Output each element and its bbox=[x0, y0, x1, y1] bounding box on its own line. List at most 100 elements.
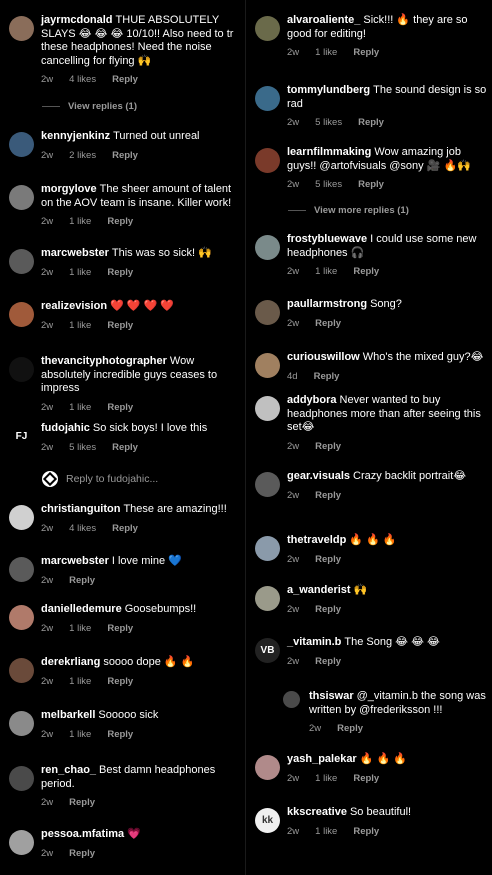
reply-button[interactable]: Reply bbox=[107, 676, 133, 687]
avatar[interactable]: FJ bbox=[9, 424, 34, 449]
avatar[interactable]: kk bbox=[255, 808, 280, 833]
comment-username[interactable]: tommylundberg bbox=[287, 84, 370, 96]
reply-button[interactable]: Reply bbox=[112, 523, 138, 534]
comment-username[interactable]: danielledemure bbox=[41, 603, 122, 615]
reply-button[interactable]: Reply bbox=[69, 848, 95, 859]
avatar[interactable] bbox=[283, 691, 300, 708]
avatar[interactable] bbox=[255, 148, 280, 173]
avatar[interactable] bbox=[9, 357, 34, 382]
comment-username[interactable]: jayrmcdonald bbox=[41, 14, 113, 26]
comment-likes[interactable]: 1 like bbox=[315, 266, 337, 277]
reply-button[interactable]: Reply bbox=[353, 47, 379, 58]
avatar[interactable] bbox=[9, 658, 34, 683]
avatar[interactable] bbox=[255, 755, 280, 780]
comment-likes[interactable]: 1 like bbox=[69, 320, 91, 331]
comment-username[interactable]: kkscreative bbox=[287, 806, 347, 818]
reply-button[interactable]: Reply bbox=[69, 797, 95, 808]
comment-likes[interactable]: 4 likes bbox=[69, 523, 96, 534]
reply-button[interactable]: Reply bbox=[358, 117, 384, 128]
reply-button[interactable]: Reply bbox=[107, 623, 133, 634]
avatar[interactable] bbox=[9, 605, 34, 630]
comment-likes[interactable]: 1 like bbox=[69, 623, 91, 634]
avatar[interactable] bbox=[9, 185, 34, 210]
avatar[interactable] bbox=[255, 396, 280, 421]
reply-button[interactable]: Reply bbox=[112, 442, 138, 453]
reply-button[interactable]: Reply bbox=[107, 320, 133, 331]
reply-button[interactable]: Reply bbox=[315, 604, 341, 615]
comment-username[interactable]: marcwebster bbox=[41, 555, 109, 567]
comment-username[interactable]: thevancityphotographer bbox=[41, 355, 167, 367]
avatar[interactable] bbox=[9, 505, 34, 530]
comment-likes[interactable]: 1 like bbox=[69, 402, 91, 413]
avatar[interactable] bbox=[255, 86, 280, 111]
comment-likes[interactable]: 5 likes bbox=[315, 179, 342, 190]
comment-username[interactable]: realizevision bbox=[41, 300, 107, 312]
reply-button[interactable]: Reply bbox=[107, 267, 133, 278]
reply-button[interactable]: Reply bbox=[358, 179, 384, 190]
comment-username[interactable]: thetraveldp bbox=[287, 534, 346, 546]
comment-username[interactable]: curiouswillow bbox=[287, 351, 360, 363]
comment-username[interactable]: addybora bbox=[287, 394, 337, 406]
avatar[interactable] bbox=[9, 132, 34, 157]
avatar[interactable] bbox=[9, 830, 34, 855]
comment-likes[interactable]: 1 like bbox=[69, 676, 91, 687]
comment-username[interactable]: thsiswar bbox=[309, 690, 354, 702]
reply-button[interactable]: Reply bbox=[315, 490, 341, 501]
comment-username[interactable]: morgylove bbox=[41, 183, 97, 195]
avatar[interactable] bbox=[255, 536, 280, 561]
avatar[interactable] bbox=[9, 16, 34, 41]
avatar[interactable] bbox=[9, 249, 34, 274]
comment-username[interactable]: alvaroaliente_ bbox=[287, 14, 360, 26]
comment-username[interactable]: learnfilmmaking bbox=[287, 146, 371, 158]
comment-username[interactable]: fudojahic bbox=[41, 422, 90, 434]
reply-button[interactable]: Reply bbox=[107, 729, 133, 740]
comment-username[interactable]: christianguiton bbox=[41, 503, 120, 515]
comment-username[interactable]: gear.visuals bbox=[287, 470, 350, 482]
comment-likes[interactable]: 4 likes bbox=[69, 74, 96, 85]
comment-likes[interactable]: 1 like bbox=[69, 216, 91, 227]
comment-username[interactable]: pessoa.mfatima bbox=[41, 828, 124, 840]
avatar[interactable] bbox=[9, 557, 34, 582]
comment-username[interactable]: paullarmstrong bbox=[287, 298, 367, 310]
avatar[interactable] bbox=[9, 711, 34, 736]
reply-button[interactable]: Reply bbox=[112, 74, 138, 85]
avatar[interactable] bbox=[255, 300, 280, 325]
comment-likes[interactable]: 1 like bbox=[69, 267, 91, 278]
reply-button[interactable]: Reply bbox=[112, 150, 138, 161]
comment-username[interactable]: marcwebster bbox=[41, 247, 109, 259]
reply-button[interactable]: Reply bbox=[107, 402, 133, 413]
reply-button[interactable]: Reply bbox=[69, 575, 95, 586]
comment-username[interactable]: kennyjenkinz bbox=[41, 130, 110, 142]
comment-likes[interactable]: 1 like bbox=[315, 773, 337, 784]
comment-username[interactable]: melbarkell bbox=[41, 709, 95, 721]
comment-likes[interactable]: 1 like bbox=[69, 729, 91, 740]
reply-button[interactable]: Reply bbox=[353, 773, 379, 784]
avatar[interactable] bbox=[9, 766, 34, 791]
comment-likes[interactable]: 2 likes bbox=[69, 150, 96, 161]
comment-likes[interactable]: 1 like bbox=[315, 826, 337, 837]
view-more-replies-button[interactable]: View more replies (1) bbox=[288, 205, 409, 216]
comment-username[interactable]: yash_palekar bbox=[287, 753, 357, 765]
comment-username[interactable]: ren_chao_ bbox=[41, 764, 96, 776]
reply-button[interactable]: Reply bbox=[314, 371, 340, 382]
avatar[interactable]: VB bbox=[255, 638, 280, 663]
reply-button[interactable]: Reply bbox=[315, 441, 341, 452]
avatar[interactable] bbox=[255, 235, 280, 260]
avatar[interactable] bbox=[255, 353, 280, 378]
avatar[interactable] bbox=[9, 302, 34, 327]
reply-button[interactable]: Reply bbox=[315, 318, 341, 329]
comment-username[interactable]: derekrliang bbox=[41, 656, 100, 668]
comment-likes[interactable]: 1 like bbox=[315, 47, 337, 58]
comment-username[interactable]: _vitamin.b bbox=[287, 636, 341, 648]
avatar[interactable] bbox=[255, 472, 280, 497]
reply-button[interactable]: Reply bbox=[337, 723, 363, 734]
reply-input[interactable]: Reply to fudojahic... bbox=[42, 471, 158, 487]
avatar[interactable] bbox=[255, 16, 280, 41]
reply-button[interactable]: Reply bbox=[315, 554, 341, 565]
avatar[interactable] bbox=[255, 586, 280, 611]
comment-username[interactable]: a_wanderist bbox=[287, 584, 351, 596]
reply-button[interactable]: Reply bbox=[353, 266, 379, 277]
comment-username[interactable]: frostybluewave bbox=[287, 233, 367, 245]
comment-likes[interactable]: 5 likes bbox=[69, 442, 96, 453]
view-replies-button[interactable]: View replies (1) bbox=[42, 101, 137, 112]
